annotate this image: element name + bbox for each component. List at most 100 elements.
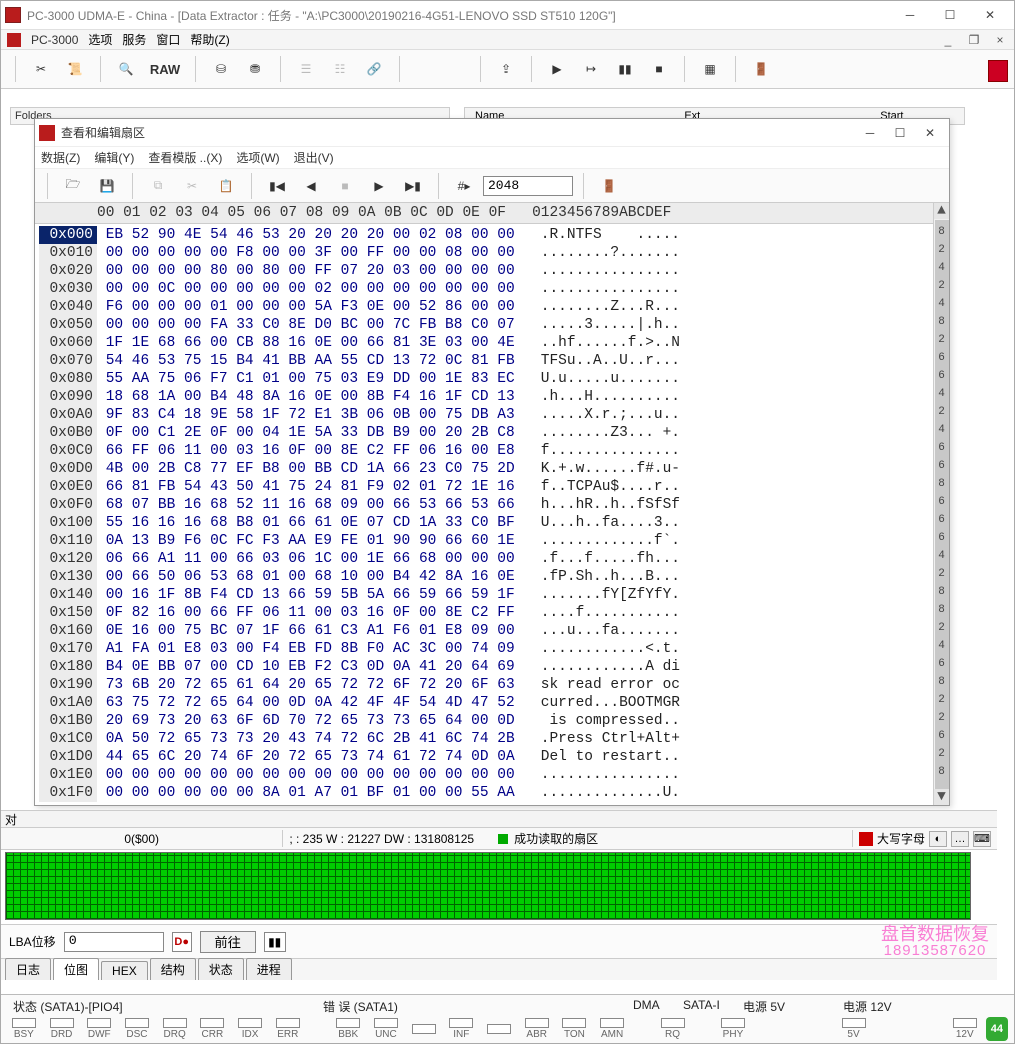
hex-ascii[interactable]: curred...BOOTMGR [541, 695, 680, 711]
sector-maximize-button[interactable]: ☐ [885, 121, 915, 145]
hex-ascii[interactable]: K.+.w......f#.u- [541, 461, 680, 477]
mdi-menu-options[interactable]: 选项 [88, 31, 112, 48]
sector-menu-exit[interactable]: 退出(V) [294, 149, 334, 166]
hex-bytes[interactable]: A1 FA 01 E8 03 00 F4 EB FD 8B F0 AC 3C 0… [97, 641, 541, 657]
jump-icon[interactable]: #▸ [449, 172, 479, 200]
hex-row[interactable]: 0x000 EB 52 90 4E 54 46 53 20 20 20 20 0… [39, 226, 949, 244]
hex-bytes[interactable]: 00 00 00 00 00 F8 00 00 3F 00 FF 00 00 0… [97, 245, 541, 261]
disk-sector-icon[interactable]: ⛁ [206, 55, 236, 83]
hex-bytes[interactable]: 00 66 50 06 53 68 01 00 68 10 00 B4 42 8… [97, 569, 541, 585]
step-icon[interactable]: ↦ [576, 55, 606, 83]
hex-bytes[interactable]: 00 00 00 00 80 00 80 00 FF 07 20 03 00 0… [97, 263, 541, 279]
hex-row[interactable]: 0x150 0F 82 16 00 66 FF 06 11 00 03 16 0… [39, 604, 949, 622]
hex-bytes[interactable]: 06 66 A1 11 00 66 03 06 1C 00 1E 66 68 0… [97, 551, 541, 567]
tab-status[interactable]: 状态 [198, 958, 244, 980]
hex-ascii[interactable]: ...u...fa....... [541, 623, 680, 639]
mdi-menu-help[interactable]: 帮助(Z) [190, 31, 229, 48]
hex-bytes[interactable]: 0A 50 72 65 73 73 20 43 74 72 6C 2B 41 6… [97, 731, 541, 747]
hex-row[interactable]: 0x020 00 00 00 00 80 00 80 00 FF 07 20 0… [39, 262, 949, 280]
export-icon[interactable]: ⇪ [491, 55, 521, 83]
hex-row[interactable]: 0x1F0 00 00 00 00 00 00 8A 01 A7 01 BF 0… [39, 784, 949, 802]
sector-menu-template[interactable]: 查看模版 ..(X) [148, 149, 222, 166]
hex-row[interactable]: 0x190 73 6B 20 72 65 61 64 20 65 72 72 6… [39, 676, 949, 694]
hex-rows[interactable]: 0x000 EB 52 90 4E 54 46 53 20 20 20 20 0… [35, 224, 949, 804]
hex-bytes[interactable]: 4B 00 2B C8 77 EF B8 00 BB CD 1A 66 23 C… [97, 461, 541, 477]
keyboard-toggle-icon[interactable]: ⌨ [973, 831, 991, 847]
hw-badge[interactable]: 44 [986, 1017, 1008, 1041]
lba-go-button[interactable]: 前往 [200, 931, 256, 953]
right-dock-disk-icon[interactable] [988, 60, 1008, 82]
sector-exit-icon[interactable]: 🚪 [594, 172, 624, 200]
hex-bytes[interactable]: 63 75 72 72 65 64 00 0D 0A 42 4F 4F 54 4… [97, 695, 541, 711]
scroll-up-icon[interactable]: ▲ [934, 203, 949, 219]
pause-icon[interactable]: ▮▮ [610, 55, 640, 83]
raw-button[interactable]: RAW [145, 55, 185, 83]
hex-ascii[interactable]: f............... [541, 443, 680, 459]
hex-row[interactable]: 0x0F0 68 07 BB 16 68 52 11 16 68 09 00 6… [39, 496, 949, 514]
hex-bytes[interactable]: 73 6B 20 72 65 61 64 20 65 72 72 6F 72 2… [97, 677, 541, 693]
hex-bytes[interactable]: 68 07 BB 16 68 52 11 16 68 09 00 66 53 6… [97, 497, 541, 513]
hex-row[interactable]: 0x0A0 9F 83 C4 18 9E 58 1F 72 E1 3B 06 0… [39, 406, 949, 424]
hex-ascii[interactable]: TFSu..A..U..r... [541, 353, 680, 369]
hex-ascii[interactable]: .R.NTFS ..... [541, 227, 680, 243]
tools-icon[interactable]: ✂ [26, 55, 56, 83]
maximize-button[interactable]: ☐ [930, 3, 970, 27]
hex-bytes[interactable]: 1F 1E 68 66 00 CB 88 16 0E 00 66 81 3E 0… [97, 335, 541, 351]
copy-icon[interactable]: ⧉ [143, 172, 173, 200]
hex-ascii[interactable]: ..hf......f.>..N [541, 335, 680, 351]
paste-icon[interactable]: 📋 [211, 172, 241, 200]
hex-row[interactable]: 0x0D0 4B 00 2B C8 77 EF B8 00 BB CD 1A 6… [39, 460, 949, 478]
hex-ascii[interactable]: U...h..fa....3.. [541, 515, 680, 531]
script-icon[interactable]: 📜 [60, 55, 90, 83]
hex-bytes[interactable]: 18 68 1A 00 B4 48 8A 16 0E 00 8B F4 16 1… [97, 389, 541, 405]
hex-bytes[interactable]: 20 69 73 20 63 6F 6D 70 72 65 73 73 65 6… [97, 713, 541, 729]
hex-ascii[interactable]: ................ [541, 767, 680, 783]
mdi-minimize-icon[interactable]: _ [940, 33, 956, 47]
first-icon[interactable]: ▮◀ [262, 172, 292, 200]
hex-row[interactable]: 0x050 00 00 00 00 FA 33 C0 8E D0 BC 00 7… [39, 316, 949, 334]
hex-row[interactable]: 0x070 54 46 53 75 15 B4 41 BB AA 55 CD 1… [39, 352, 949, 370]
hex-bytes[interactable]: 54 46 53 75 15 B4 41 BB AA 55 CD 13 72 0… [97, 353, 541, 369]
hex-row[interactable]: 0x120 06 66 A1 11 00 66 03 06 1C 00 1E 6… [39, 550, 949, 568]
stop-icon[interactable]: ■ [644, 55, 674, 83]
hex-row[interactable]: 0x100 55 16 16 16 68 B8 01 66 61 0E 07 C… [39, 514, 949, 532]
hex-row[interactable]: 0x1C0 0A 50 72 65 73 73 20 43 74 72 6C 2… [39, 730, 949, 748]
hex-row[interactable]: 0x1D0 44 65 6C 20 74 6F 20 72 65 73 74 6… [39, 748, 949, 766]
last-icon[interactable]: ▶▮ [398, 172, 428, 200]
lba-input[interactable] [64, 932, 164, 952]
hex-ascii[interactable]: ..............U. [541, 785, 680, 801]
hex-ascii[interactable]: h...hR..h..fSfSf [541, 497, 680, 513]
hex-ascii[interactable]: ........Z3... +. [541, 425, 680, 441]
save-icon[interactable]: 💾 [92, 172, 122, 200]
hex-ascii[interactable]: .f...f.....fh... [541, 551, 680, 567]
hex-ascii[interactable]: ........Z...R... [541, 299, 680, 315]
hex-row[interactable]: 0x040 F6 00 00 00 01 00 00 00 5A F3 0E 0… [39, 298, 949, 316]
hex-row[interactable]: 0x160 0E 16 00 75 BC 07 1F 66 61 C3 A1 F… [39, 622, 949, 640]
hex-ascii[interactable]: is compressed.. [541, 713, 680, 729]
hex-bytes[interactable]: 0E 16 00 75 BC 07 1F 66 61 C3 A1 F6 01 E… [97, 623, 541, 639]
next-icon[interactable]: ▶ [364, 172, 394, 200]
link-icon[interactable]: 🔗 [359, 55, 389, 83]
map-icon[interactable]: ▦ [695, 55, 725, 83]
hex-bytes[interactable]: 55 AA 75 06 F7 C1 01 00 75 03 E9 DD 00 1… [97, 371, 541, 387]
hex-bytes[interactable]: 44 65 6C 20 74 6F 20 72 65 73 74 61 72 7… [97, 749, 541, 765]
hex-row[interactable]: 0x1B0 20 69 73 20 63 6F 6D 70 72 65 73 7… [39, 712, 949, 730]
scroll-down-icon[interactable]: ▼ [934, 789, 949, 805]
disk-open-icon[interactable]: ⛃ [240, 55, 270, 83]
tab-bitmap[interactable]: 位图 [53, 958, 99, 980]
hex-row[interactable]: 0x1A0 63 75 72 72 65 64 00 0D 0A 42 4F 4… [39, 694, 949, 712]
binocular-icon[interactable]: 🔍 [111, 55, 141, 83]
exit-icon[interactable]: 🚪 [746, 55, 776, 83]
hex-bytes[interactable]: 9F 83 C4 18 9E 58 1F 72 E1 3B 06 0B 00 7… [97, 407, 541, 423]
mdi-restore-icon[interactable]: ❐ [966, 33, 982, 47]
hex-row[interactable]: 0x060 1F 1E 68 66 00 CB 88 16 0E 00 66 8… [39, 334, 949, 352]
hex-bytes[interactable]: 0F 00 C1 2E 0F 00 04 1E 5A 33 DB B9 00 2… [97, 425, 541, 441]
hex-ascii[interactable]: ................ [541, 263, 680, 279]
hex-row[interactable]: 0x0E0 66 81 FB 54 43 50 41 75 24 81 F9 0… [39, 478, 949, 496]
sector-number-input[interactable] [483, 176, 573, 196]
hex-ascii[interactable]: ............<.t. [541, 641, 680, 657]
hex-row[interactable]: 0x080 55 AA 75 06 F7 C1 01 00 75 03 E9 D… [39, 370, 949, 388]
play-icon[interactable]: ▶ [542, 55, 572, 83]
open-icon[interactable]: 🗁 [58, 172, 88, 200]
sector-close-button[interactable]: ✕ [915, 121, 945, 145]
